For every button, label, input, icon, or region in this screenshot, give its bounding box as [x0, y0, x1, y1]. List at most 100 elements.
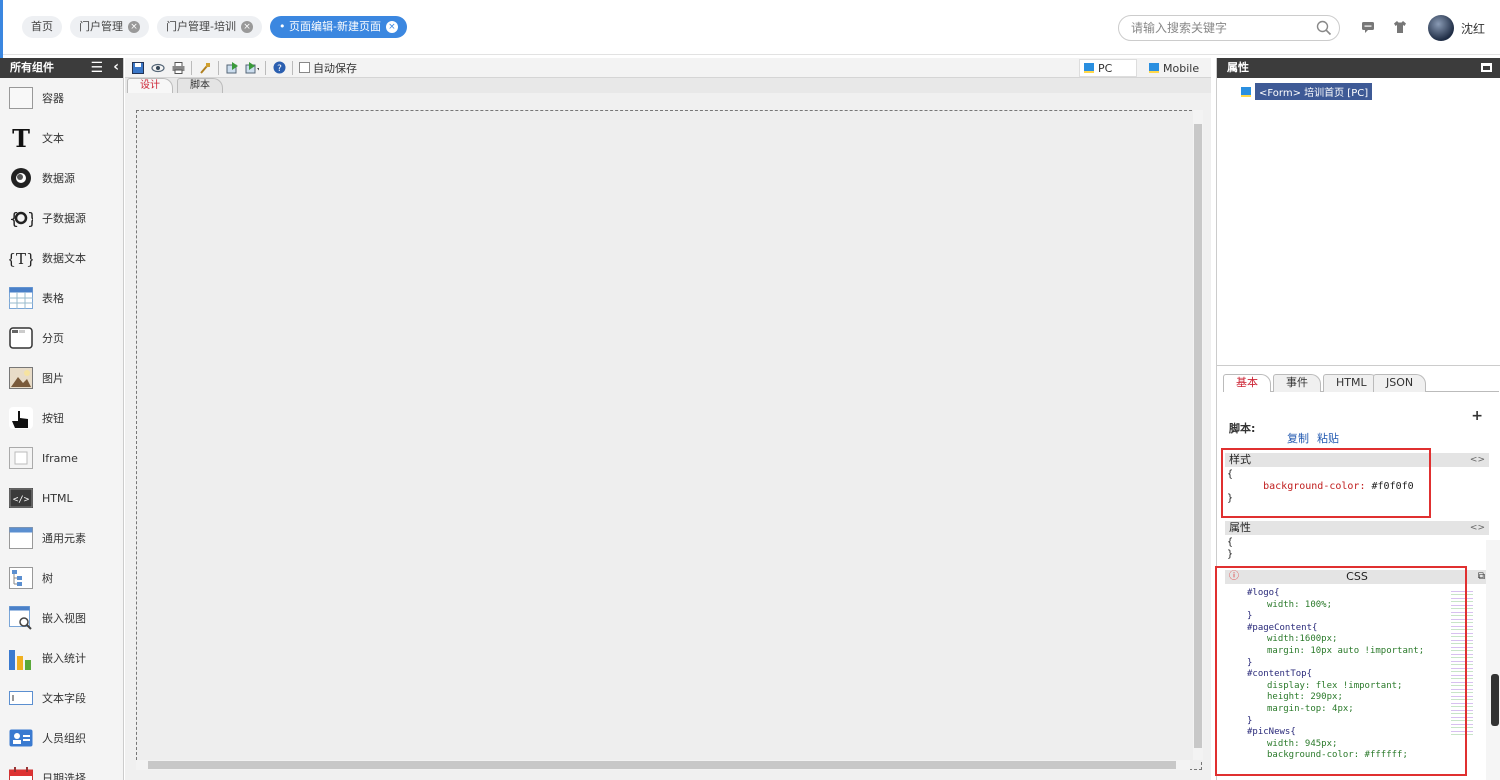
component-item[interactable]: 文本字段 [0, 678, 123, 718]
component-label: 容器 [42, 92, 64, 105]
svg-text:T: T [12, 126, 30, 150]
scroll-thumb[interactable] [1194, 124, 1202, 748]
header-tab[interactable]: 门户管理 × [70, 16, 149, 38]
tab-strip: 首页 门户管理 × 门户管理-培训 × • 页面编辑-新建页面 × [22, 16, 407, 38]
canvas-vertical-scrollbar[interactable] [1193, 110, 1203, 760]
component-item[interactable]: Iframe [0, 438, 123, 478]
component-item[interactable]: {T} 数据文本 [0, 238, 123, 278]
mobile-icon [1149, 63, 1159, 73]
script-label: 脚本: [1229, 422, 1256, 435]
message-icon[interactable] [1360, 20, 1376, 36]
add-icon[interactable]: + [1471, 408, 1483, 424]
username[interactable]: 沈红 [1461, 20, 1485, 37]
help-icon[interactable]: ? [272, 61, 286, 75]
component-item[interactable]: 嵌入统计 [0, 638, 123, 678]
attr-section-header[interactable]: 属性 <> [1225, 521, 1489, 535]
toolbar-divider [292, 60, 293, 75]
script-actions: 复制 粘贴 [1287, 430, 1339, 446]
header-tab[interactable]: 门户管理-培训 × [157, 16, 262, 38]
component-item[interactable]: 分页 [0, 318, 123, 358]
component-label: 数据文本 [42, 252, 86, 265]
toolbar-divider [218, 60, 219, 75]
components-panel-header: 所有组件 ☰ ‹ [0, 58, 123, 78]
component-label: 按钮 [42, 412, 64, 425]
tab-basic[interactable]: 基本 [1223, 374, 1271, 392]
header-tab-label: • 页面编辑-新建页面 [278, 20, 381, 33]
pc-form-icon [1241, 86, 1251, 97]
close-icon[interactable]: × [128, 21, 140, 33]
table-icon [9, 286, 33, 310]
text-field-icon [9, 686, 33, 710]
save-icon[interactable] [131, 61, 145, 75]
style-highlight-box [1221, 448, 1431, 518]
tab-script[interactable]: 脚本 [177, 78, 223, 93]
header-tab[interactable]: 首页 [22, 16, 62, 38]
tab-html[interactable]: HTML [1323, 374, 1380, 392]
mobile-view-button[interactable]: Mobile [1145, 59, 1205, 77]
embed-view-icon [9, 606, 33, 630]
format-brush-icon[interactable] [198, 61, 212, 75]
pagination-icon [9, 326, 33, 350]
component-item[interactable]: 树 [0, 558, 123, 598]
popout-icon[interactable]: ⧉ [1478, 570, 1485, 584]
component-item[interactable]: </> HTML [0, 478, 123, 518]
search-icon[interactable] [1316, 20, 1332, 36]
header-tab[interactable]: • 页面编辑-新建页面 × [269, 16, 407, 38]
component-item[interactable]: 人员组织 [0, 718, 123, 758]
component-item[interactable]: 通用元素 [0, 518, 123, 558]
component-item[interactable]: T 文本 [0, 118, 123, 158]
design-editor: ? 自动保存 PC Mobile 设计 脚本 [125, 58, 1211, 780]
tree-node-form[interactable]: <Form> 培训首页 [PC] [1241, 83, 1373, 100]
design-canvas[interactable] [136, 110, 1202, 770]
component-item[interactable]: 容器 [0, 78, 123, 118]
text-icon: T [9, 126, 33, 150]
collapse-left-icon[interactable]: ‹ [113, 59, 119, 75]
search-input[interactable] [1118, 15, 1340, 41]
container-icon [9, 86, 33, 110]
component-item[interactable]: 图片 [0, 358, 123, 398]
copy-link[interactable]: 复制 [1287, 430, 1309, 446]
properties-scrollbar[interactable] [1486, 540, 1500, 780]
attr-editor[interactable]: { } [1227, 537, 1233, 561]
component-item[interactable]: 表格 [0, 278, 123, 318]
tab-events[interactable]: 事件 [1273, 374, 1321, 392]
preview-eye-icon[interactable] [151, 61, 165, 75]
canvas-horizontal-scrollbar[interactable] [136, 760, 1190, 770]
attr-label: 属性 [1229, 521, 1251, 534]
mobile-label: Mobile [1163, 61, 1200, 75]
component-item[interactable]: 数据源 [0, 158, 123, 198]
button-icon [9, 406, 33, 430]
shirt-icon[interactable] [1392, 20, 1408, 36]
print-icon[interactable] [171, 61, 185, 75]
checkbox-box[interactable] [299, 62, 310, 73]
import-icon[interactable] [225, 61, 239, 75]
close-icon[interactable]: × [385, 21, 398, 33]
properties-panel-header: 属性 [1217, 58, 1500, 78]
maximize-icon[interactable] [1481, 63, 1492, 72]
export-dropdown-icon[interactable] [245, 61, 259, 75]
avatar[interactable] [1428, 15, 1454, 41]
component-label: 树 [42, 572, 53, 585]
component-label: HTML [42, 491, 73, 505]
component-label: 文本字段 [42, 692, 86, 705]
close-icon[interactable]: × [240, 21, 253, 33]
tab-json[interactable]: JSON [1373, 374, 1427, 392]
autosave-checkbox[interactable]: 自动保存 [299, 60, 357, 76]
code-toggle-icon[interactable]: <> [1470, 521, 1485, 535]
scroll-thumb[interactable] [1491, 674, 1499, 726]
tree-node-label[interactable]: <Form> 培训首页 [PC] [1255, 83, 1373, 100]
menu-icon[interactable]: ☰ [90, 60, 103, 76]
paste-link[interactable]: 粘贴 [1317, 430, 1339, 446]
component-item[interactable]: 按钮 [0, 398, 123, 438]
scroll-thumb[interactable] [148, 761, 1176, 769]
tab-design[interactable]: 设计 [127, 78, 173, 93]
component-label: 图片 [42, 372, 64, 385]
pc-view-button[interactable]: PC [1079, 59, 1137, 77]
component-item[interactable]: 日期选择 [0, 758, 123, 780]
component-label: 嵌入统计 [42, 652, 86, 665]
attr-open-brace: { [1227, 537, 1234, 548]
editor-toolbar: ? 自动保存 PC Mobile [125, 58, 1211, 78]
component-item[interactable]: {} 子数据源 [0, 198, 123, 238]
component-item[interactable]: 嵌入视图 [0, 598, 123, 638]
code-toggle-icon[interactable]: <> [1470, 453, 1485, 467]
